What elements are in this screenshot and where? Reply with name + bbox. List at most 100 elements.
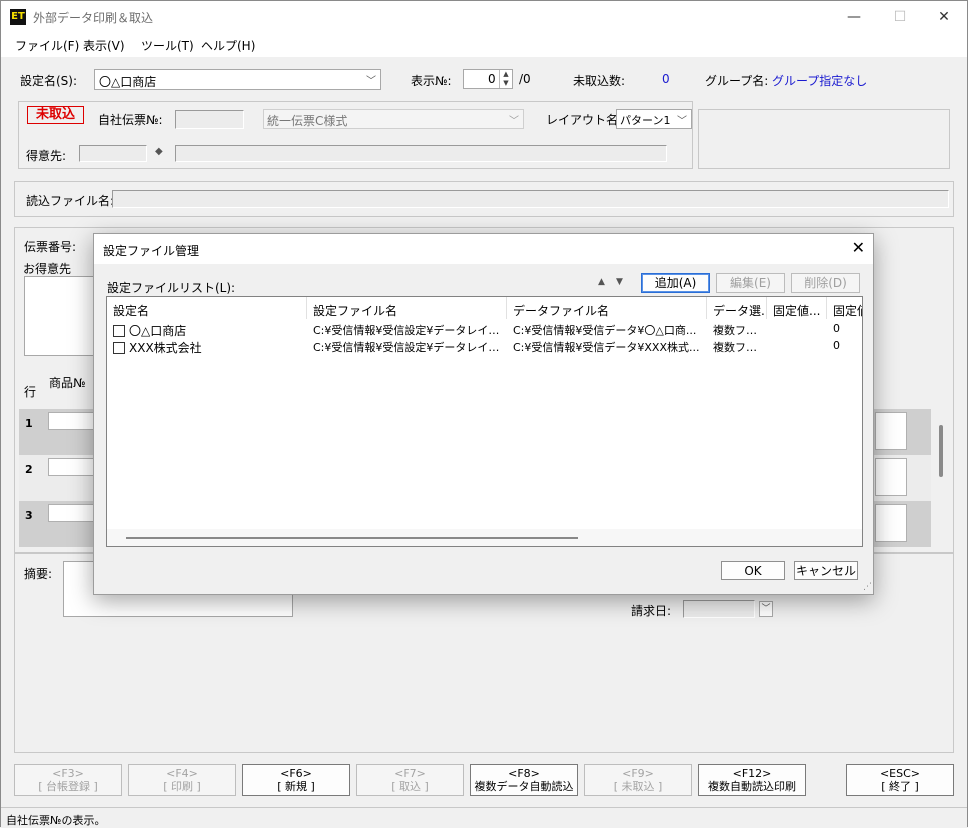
list-item[interactable]: XXX株式会社 C:¥受信情報¥受信設定¥データレイア... C:¥受信情報¥受… xyxy=(107,339,862,355)
f7-import-button[interactable]: <F7>[ 取込 ] xyxy=(356,764,464,796)
vertical-scrollbar[interactable] xyxy=(939,425,943,477)
settings-file-list-label: 設定ファイルリスト(L): xyxy=(107,281,236,295)
layout-name-label: レイアウト名: xyxy=(546,113,623,127)
f4-print-button[interactable]: <F4>[ 印刷 ] xyxy=(128,764,236,796)
menu-file[interactable]: ファイル(F) xyxy=(15,37,79,54)
setting-name-value: 〇△口商店 xyxy=(99,75,157,89)
f9-key: <F9> xyxy=(622,767,654,780)
customer-box-label: お得意先 xyxy=(23,262,72,276)
checkbox[interactable] xyxy=(113,325,125,337)
settings-file-list[interactable]: 設定名 設定ファイル名 データファイル名 データ選... 固定値... 固定値 … xyxy=(106,296,863,547)
window-title: 外部データ印刷＆取込 xyxy=(33,11,154,25)
status-text: 自社伝票№の表示。 xyxy=(6,814,106,827)
column-header[interactable]: 設定名 xyxy=(107,297,307,319)
edit-button[interactable]: 編集(E) xyxy=(716,273,785,293)
menu-tools[interactable]: ツール(T) xyxy=(141,37,194,54)
group-name-label: グループ名: xyxy=(705,74,769,88)
f4-label: [ 印刷 ] xyxy=(163,780,201,793)
calendar-dropdown-icon[interactable]: ﹀ xyxy=(759,601,773,617)
bill-date-field[interactable] xyxy=(683,600,755,618)
amount-cell[interactable] xyxy=(875,458,907,496)
move-down-icon[interactable]: ▼ xyxy=(616,277,623,287)
customer-label: 得意先: xyxy=(26,149,67,163)
list-item[interactable]: 〇△口商店 C:¥受信情報¥受信設定¥データレイア... C:¥受信情報¥受信デ… xyxy=(107,322,862,338)
unread-badge: 未取込 xyxy=(27,106,84,124)
unread-count-label: 未取込数: xyxy=(573,74,626,88)
slip-number-label: 伝票番号: xyxy=(24,240,77,254)
menu-view[interactable]: 表示(V) xyxy=(83,37,125,54)
cancel-button[interactable]: キャンセル xyxy=(794,561,858,580)
esc-key: <ESC> xyxy=(879,767,921,780)
slip-style-value: 統一伝票C様式 xyxy=(267,114,348,128)
ok-button[interactable]: OK xyxy=(721,561,785,580)
esc-label: [ 終了 ] xyxy=(881,780,919,793)
row-fixed-2: 0 xyxy=(833,339,840,352)
customer-code-field xyxy=(79,145,147,162)
read-file-label: 読込ファイル名: xyxy=(26,194,115,208)
dialog-title-bar: 設定ファイル管理 ✕ xyxy=(94,234,873,264)
menu-bar: ファイル(F) 表示(V) ツール(T) ヘルプ(H) xyxy=(1,33,967,57)
row-data-select: 複数ファ... xyxy=(713,341,767,354)
display-no-label: 表示№: xyxy=(411,74,452,88)
product-no-header: 商品№ xyxy=(49,376,86,390)
f7-label: [ 取込 ] xyxy=(391,780,429,793)
column-header[interactable]: データ選... xyxy=(707,297,767,319)
f9-unread-button[interactable]: <F9>[ 未取込 ] xyxy=(584,764,692,796)
f12-auto-print-button[interactable]: <F12> 複数自動読込印刷 xyxy=(698,764,806,796)
column-header[interactable]: 固定値 xyxy=(827,297,862,319)
f12-label: 複数自動読込印刷 xyxy=(708,780,796,793)
f4-key: <F4> xyxy=(166,767,198,780)
column-header[interactable]: 設定ファイル名 xyxy=(307,297,507,319)
close-button[interactable]: ✕ xyxy=(921,1,967,33)
delete-button[interactable]: 削除(D) xyxy=(791,273,860,293)
column-header[interactable]: 固定値... xyxy=(767,297,827,319)
row-fixed-2: 0 xyxy=(833,322,840,335)
setting-name-select[interactable]: 〇△口商店 ﹀ xyxy=(94,69,381,90)
add-button[interactable]: 追加(A) xyxy=(641,273,710,293)
f3-ledger-button[interactable]: <F3>[ 台帳登録 ] xyxy=(14,764,122,796)
row-number: 1 xyxy=(25,417,33,430)
amount-cell[interactable] xyxy=(875,412,907,450)
spin-arrows-icon[interactable]: ▲ ▼ xyxy=(499,70,512,88)
minimize-button[interactable]: — xyxy=(831,1,877,33)
own-slip-no-field xyxy=(175,110,244,129)
own-slip-no-label: 自社伝票№: xyxy=(98,113,163,127)
maximize-button[interactable]: ☐ xyxy=(877,1,923,33)
column-header[interactable]: データファイル名 xyxy=(507,297,707,319)
esc-exit-button[interactable]: <ESC>[ 終了 ] xyxy=(846,764,954,796)
horizontal-scrollbar[interactable] xyxy=(107,529,862,546)
f7-key: <F7> xyxy=(394,767,426,780)
dialog-title: 設定ファイル管理 xyxy=(103,244,200,258)
f9-label: [ 未取込 ] xyxy=(613,780,663,793)
move-up-icon[interactable]: ▲ xyxy=(598,277,605,287)
f6-label: [ 新規 ] xyxy=(277,780,315,793)
f8-auto-read-button[interactable]: <F8> 複数データ自動読込 xyxy=(470,764,578,796)
f6-key: <F6> xyxy=(280,767,312,780)
settings-file-dialog: 設定ファイル管理 ✕ 設定ファイルリスト(L): ▲ ▼ 追加(A) 編集(E)… xyxy=(93,233,874,595)
f6-new-button[interactable]: <F6>[ 新規 ] xyxy=(242,764,350,796)
layout-value: パターン1 xyxy=(620,114,671,127)
row-data-select: 複数ファ... xyxy=(713,324,767,337)
f3-label: [ 台帳登録 ] xyxy=(38,780,98,793)
row-fixed-1 xyxy=(767,322,827,338)
amount-cell[interactable] xyxy=(875,504,907,542)
row-data-file: C:¥受信情報¥受信データ¥〇△口商... xyxy=(513,324,697,337)
info-panel xyxy=(698,109,950,169)
row-setting-name: 〇△口商店 xyxy=(129,324,187,338)
row-setting-file: C:¥受信情報¥受信設定¥データレイア... xyxy=(313,324,507,337)
close-icon[interactable]: ✕ xyxy=(852,238,865,257)
display-no-stepper[interactable]: 0 ▲ ▼ xyxy=(463,69,513,89)
summary-label: 摘要: xyxy=(24,567,53,581)
row-setting-name: XXX株式会社 xyxy=(129,341,202,355)
checkbox[interactable] xyxy=(113,342,125,354)
f8-label: 複数データ自動読込 xyxy=(474,780,574,793)
scroll-thumb[interactable] xyxy=(126,537,578,539)
menu-help[interactable]: ヘルプ(H) xyxy=(201,37,255,54)
display-no-value: 0 xyxy=(488,72,496,86)
read-file-field xyxy=(112,190,949,208)
layout-select[interactable]: パターン1 ﹀ xyxy=(616,109,692,129)
resize-grip-icon[interactable]: ⋰ xyxy=(863,582,872,592)
customer-name-field xyxy=(175,145,667,162)
row-number: 2 xyxy=(25,463,33,476)
row-number: 3 xyxy=(25,509,33,522)
